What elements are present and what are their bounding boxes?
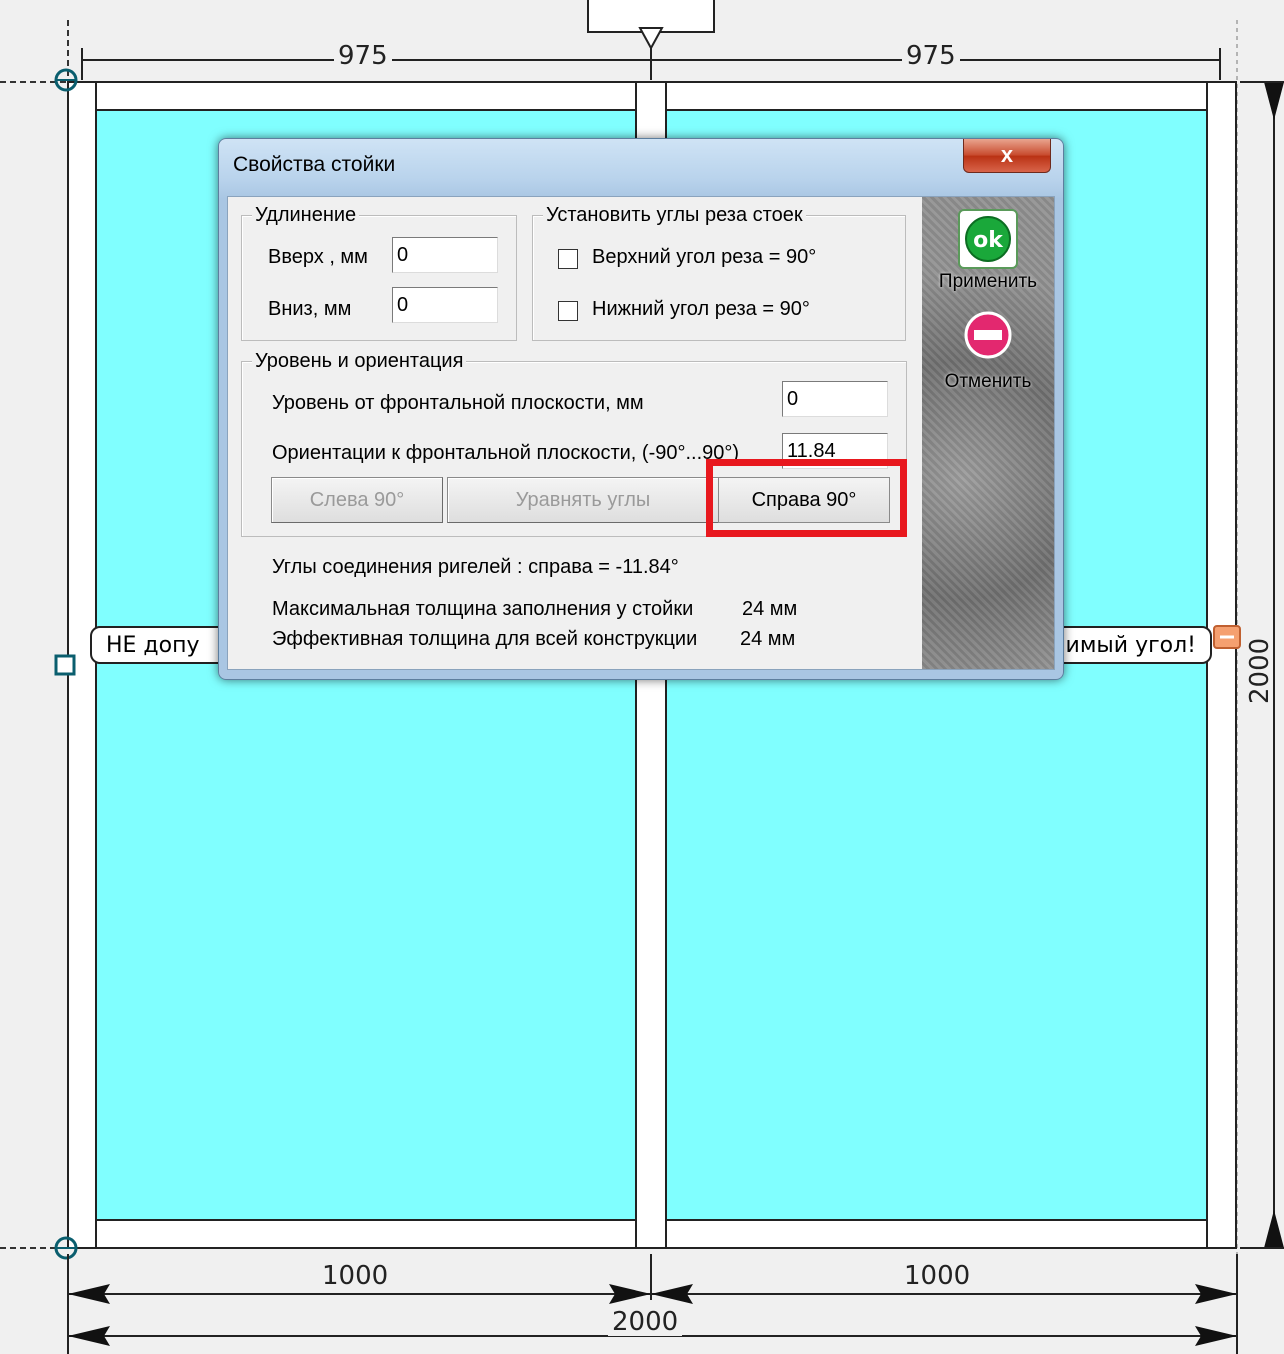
mullion-properties-dialog: Свойства стойки x Удлинение Вверх , мм В… xyxy=(218,138,1064,680)
level-orientation-group-title: Уровень и ориентация xyxy=(252,349,467,373)
extension-up-input[interactable] xyxy=(392,237,498,273)
dimension-bottom-left[interactable]: 1000 xyxy=(318,1262,393,1290)
effective-thickness-value: 24 мм xyxy=(740,628,796,650)
dimension-bottom-right[interactable]: 1000 xyxy=(900,1262,975,1290)
cut-angles-group: Установить углы реза стоек xyxy=(532,203,906,341)
bottom-cut-angle-label: Нижний угол реза = 90° xyxy=(592,298,810,320)
apply-label[interactable]: Применить xyxy=(922,271,1054,293)
right-90-highlight-box xyxy=(706,459,907,537)
bottom-cut-angle-checkbox[interactable] xyxy=(558,301,578,321)
top-marker-triangle xyxy=(638,27,664,51)
left-90-button[interactable]: Слева 90° xyxy=(271,477,443,523)
top-cut-angle-checkbox[interactable] xyxy=(558,249,578,269)
dialog-client-area: Удлинение Вверх , мм Вниз, мм Установить… xyxy=(227,196,1055,670)
extension-up-label: Вверх , мм xyxy=(268,246,368,268)
equalize-angles-button[interactable]: Уравнять углы xyxy=(447,477,719,523)
ok-check-icon: ok xyxy=(965,216,1011,262)
extension-group-title: Удлинение xyxy=(252,203,360,227)
dimension-bottom-total[interactable]: 2000 xyxy=(608,1308,683,1336)
dimension-top-right[interactable]: 975 xyxy=(902,42,960,70)
close-button[interactable]: x xyxy=(963,139,1051,173)
cut-angles-group-title: Установить углы реза стоек xyxy=(543,203,806,227)
dimension-right-total[interactable]: 2000 xyxy=(1245,634,1275,708)
max-thickness-value: 24 мм xyxy=(742,598,798,620)
joint-angles-text: Углы соединения ригелей : справа = -11.8… xyxy=(272,556,679,578)
max-thickness-label: Максимальная толщина заполнения у стойки xyxy=(272,598,694,620)
effective-thickness-label: Эффективная толщина для всей конструкции xyxy=(272,628,698,650)
top-cut-angle-label: Верхний угол реза = 90° xyxy=(592,246,817,268)
no-entry-icon xyxy=(964,311,1012,359)
action-side-panel: ok Применить Отменить xyxy=(922,197,1054,669)
extension-down-label: Вниз, мм xyxy=(268,298,352,320)
warning-bubble-right: имый угол! xyxy=(1040,626,1212,664)
level-label: Уровень от фронтальной плоскости, мм xyxy=(272,392,644,414)
level-input[interactable] xyxy=(782,381,888,417)
cancel-button[interactable] xyxy=(962,309,1018,365)
extension-down-input[interactable] xyxy=(392,287,498,323)
apply-button[interactable]: ok xyxy=(958,209,1018,269)
orientation-label: Ориентации к фронтальной плоскости, (-90… xyxy=(272,442,740,464)
dimension-top-left[interactable]: 975 xyxy=(334,42,392,70)
cancel-label[interactable]: Отменить xyxy=(922,371,1054,393)
dialog-title: Свойства стойки xyxy=(233,153,396,176)
svg-text:ok: ok xyxy=(973,228,1004,253)
mid-left-handle xyxy=(54,654,76,676)
